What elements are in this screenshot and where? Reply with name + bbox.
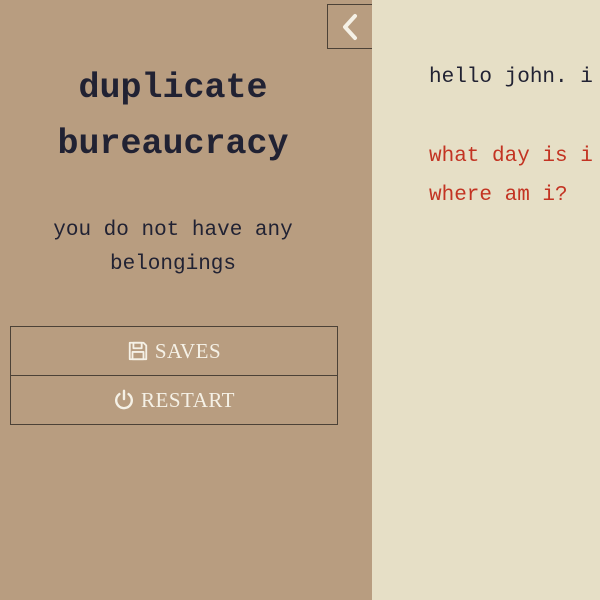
chevron-left-icon: [343, 13, 357, 40]
inventory-line-2: belongings: [109, 253, 237, 276]
inventory-line-1: you do not have any: [53, 219, 293, 242]
restart-button[interactable]: RESTART: [10, 375, 338, 425]
power-icon: [113, 389, 135, 411]
story-title-line-1: duplicate: [78, 68, 268, 108]
passage-link-what-day[interactable]: what day is i: [429, 137, 593, 176]
restart-label: RESTART: [141, 387, 235, 412]
passage-link-where-am-i[interactable]: where am i?: [429, 176, 593, 215]
sidebar-collapse-button[interactable]: [327, 4, 372, 49]
passage: hello john. i what day is i where am i?: [429, 58, 593, 215]
save-disk-icon: [127, 340, 149, 362]
saves-button[interactable]: SAVES: [10, 326, 338, 376]
sidebar: duplicate bureaucracy you do not have an…: [0, 0, 372, 600]
story-title-line-2: bureaucracy: [57, 124, 289, 164]
saves-label: SAVES: [154, 338, 222, 363]
inventory-text: you do not have any belongings: [0, 214, 346, 282]
story-title: duplicate bureaucracy: [0, 60, 346, 172]
passage-text: hello john. i: [429, 66, 593, 89]
